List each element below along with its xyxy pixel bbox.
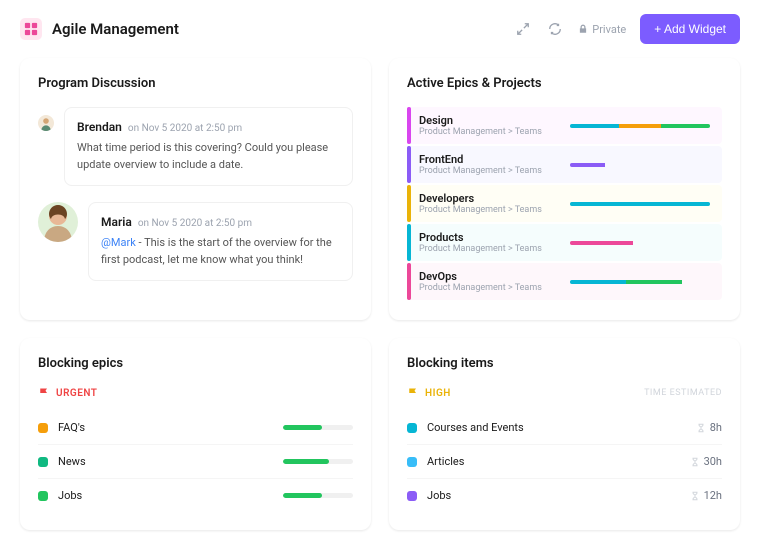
priority-label: HIGH bbox=[425, 388, 451, 399]
time-estimate: 8h bbox=[696, 421, 722, 434]
avatar bbox=[38, 115, 54, 131]
app-logo bbox=[20, 18, 42, 40]
epic-info: FrontEndProduct Management > Teams bbox=[407, 153, 560, 176]
privacy-indicator: Private bbox=[578, 23, 626, 36]
status-dot bbox=[38, 457, 48, 467]
status-dot bbox=[407, 491, 417, 501]
epic-breadcrumb: Product Management > Teams bbox=[419, 166, 560, 176]
item-name: Jobs bbox=[58, 489, 273, 502]
discussion-card: Program Discussion Brendan on Nov 5 2020… bbox=[20, 58, 371, 320]
blocking-epics-title: Blocking epics bbox=[38, 356, 353, 371]
epic-name: FrontEnd bbox=[419, 153, 560, 166]
epic-info: DevelopersProduct Management > Teams bbox=[407, 192, 560, 215]
list-item[interactable]: Jobs 12h bbox=[407, 479, 722, 512]
epic-row[interactable]: DesignProduct Management > Teams bbox=[407, 107, 722, 144]
epic-row[interactable]: DevelopersProduct Management > Teams bbox=[407, 185, 722, 222]
epic-breadcrumb: Product Management > Teams bbox=[419, 283, 560, 293]
progress-bar bbox=[283, 459, 353, 464]
epic-name: Design bbox=[419, 114, 560, 127]
comment-text: What time period is this covering? Could… bbox=[77, 140, 340, 173]
list-item[interactable]: News bbox=[38, 445, 353, 479]
time-estimate: 30h bbox=[690, 455, 722, 468]
epic-info: DesignProduct Management > Teams bbox=[407, 114, 560, 137]
page-header: Agile Management Private + Add Widget bbox=[0, 0, 760, 58]
priority-tag: HIGH TIME ESTIMATED bbox=[407, 387, 722, 399]
comment-row: Maria on Nov 5 2020 at 2:50 pm @Mark - T… bbox=[38, 202, 353, 281]
epic-row[interactable]: DevOpsProduct Management > Teams bbox=[407, 263, 722, 300]
time-estimate: 12h bbox=[690, 489, 722, 502]
column-header: TIME ESTIMATED bbox=[644, 388, 722, 398]
comment-body[interactable]: Brendan on Nov 5 2020 at 2:50 pm What ti… bbox=[64, 107, 353, 186]
list-item[interactable]: FAQ's bbox=[38, 411, 353, 445]
expand-icon[interactable] bbox=[514, 20, 532, 38]
comment-author: Maria bbox=[101, 215, 132, 229]
epic-progress-bar bbox=[570, 241, 710, 245]
add-widget-button[interactable]: + Add Widget bbox=[640, 14, 740, 44]
epic-progress-bar bbox=[570, 202, 710, 206]
list-item[interactable]: Articles 30h bbox=[407, 445, 722, 479]
header-actions: Private + Add Widget bbox=[514, 14, 740, 44]
comment-body[interactable]: Maria on Nov 5 2020 at 2:50 pm @Mark - T… bbox=[88, 202, 353, 281]
discussion-title: Program Discussion bbox=[38, 76, 353, 91]
comment-author: Brendan bbox=[77, 120, 122, 134]
epic-breadcrumb: Product Management > Teams bbox=[419, 205, 560, 215]
blocking-items-title: Blocking items bbox=[407, 356, 722, 371]
epic-row[interactable]: FrontEndProduct Management > Teams bbox=[407, 146, 722, 183]
epic-name: Products bbox=[419, 231, 560, 244]
epic-row[interactable]: ProductsProduct Management > Teams bbox=[407, 224, 722, 261]
status-dot bbox=[407, 457, 417, 467]
epic-progress-bar bbox=[570, 124, 710, 128]
blocking-epics-card: Blocking epics URGENT FAQ's News Jobs bbox=[20, 338, 371, 530]
epic-breadcrumb: Product Management > Teams bbox=[419, 244, 560, 254]
hourglass-icon bbox=[696, 423, 706, 433]
status-dot bbox=[38, 423, 48, 433]
comment-timestamp: on Nov 5 2020 at 2:50 pm bbox=[138, 218, 252, 229]
status-dot bbox=[407, 423, 417, 433]
privacy-label: Private bbox=[592, 23, 626, 36]
epic-info: DevOpsProduct Management > Teams bbox=[407, 270, 560, 293]
epic-progress-bar bbox=[570, 163, 710, 167]
status-dot bbox=[38, 491, 48, 501]
comment-row: Brendan on Nov 5 2020 at 2:50 pm What ti… bbox=[38, 107, 353, 186]
item-name: FAQ's bbox=[58, 421, 273, 434]
epics-card: Active Epics & Projects DesignProduct Ma… bbox=[389, 58, 740, 320]
list-item[interactable]: Jobs bbox=[38, 479, 353, 512]
epic-name: Developers bbox=[419, 192, 560, 205]
mention[interactable]: @Mark bbox=[101, 236, 136, 249]
blocking-items-card: Blocking items HIGH TIME ESTIMATED Cours… bbox=[389, 338, 740, 530]
comment-timestamp: on Nov 5 2020 at 2:50 pm bbox=[128, 123, 242, 134]
epics-title: Active Epics & Projects bbox=[407, 76, 722, 91]
item-name: Articles bbox=[427, 455, 680, 468]
epic-info: ProductsProduct Management > Teams bbox=[407, 231, 560, 254]
priority-label: URGENT bbox=[56, 388, 97, 399]
item-name: Jobs bbox=[427, 489, 680, 502]
list-item[interactable]: Courses and Events 8h bbox=[407, 411, 722, 445]
item-name: Courses and Events bbox=[427, 421, 686, 434]
lock-icon bbox=[578, 24, 588, 34]
epic-progress-bar bbox=[570, 280, 710, 284]
progress-bar bbox=[283, 493, 353, 498]
avatar bbox=[38, 202, 78, 242]
comment-text: @Mark - This is the start of the overvie… bbox=[101, 235, 340, 268]
page-title: Agile Management bbox=[52, 20, 504, 38]
flag-icon bbox=[407, 387, 419, 399]
item-name: News bbox=[58, 455, 273, 468]
progress-bar bbox=[283, 425, 353, 430]
hourglass-icon bbox=[690, 491, 700, 501]
epic-breadcrumb: Product Management > Teams bbox=[419, 127, 560, 137]
priority-tag: URGENT bbox=[38, 387, 353, 399]
hourglass-icon bbox=[690, 457, 700, 467]
refresh-icon[interactable] bbox=[546, 20, 564, 38]
flag-icon bbox=[38, 387, 50, 399]
epic-name: DevOps bbox=[419, 270, 560, 283]
